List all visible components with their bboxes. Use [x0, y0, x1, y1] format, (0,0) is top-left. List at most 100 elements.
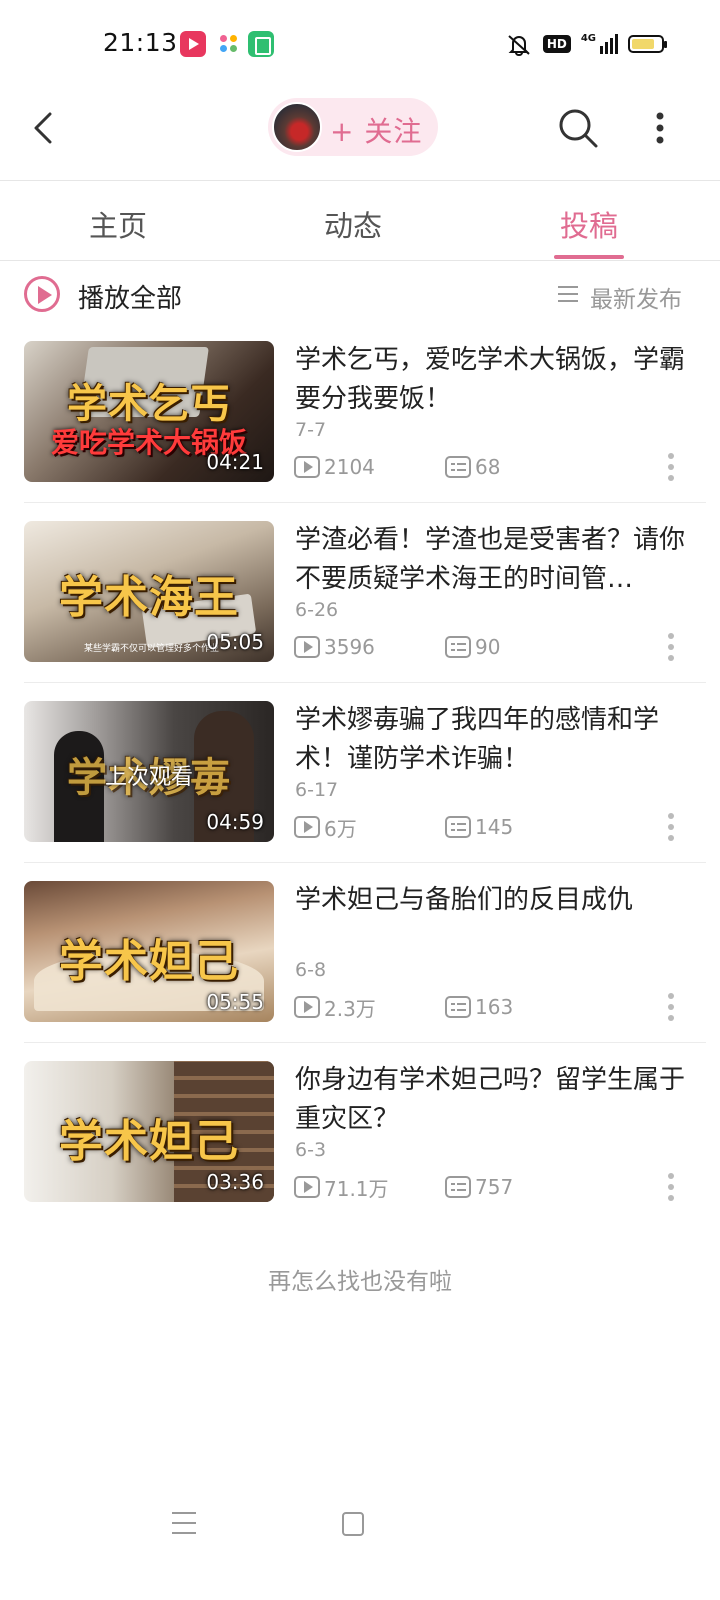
- video-duration: 05:05: [206, 630, 264, 654]
- video-date: 6-17: [295, 779, 339, 801]
- video-duration: 04:59: [206, 810, 264, 834]
- danmaku-count: 757: [445, 1173, 513, 1201]
- battery-level: [632, 39, 655, 49]
- play-count-icon: [294, 816, 320, 838]
- danmaku-count-value: 145: [475, 815, 514, 839]
- thumbnail-title: 学术海王: [59, 572, 239, 623]
- video-title[interactable]: 学术乞丐，爱吃学术大锅饭，学霸要分我要饭！: [295, 341, 685, 419]
- status-time: 21:13: [103, 28, 178, 57]
- video-item[interactable]: 学术妲己 03:36 你身边有学术妲己吗？留学生属于重灾区？ 6-3 71.1万…: [0, 1061, 720, 1241]
- tabs-divider: [0, 260, 720, 261]
- item-more-icon[interactable]: [664, 1173, 678, 1209]
- thumbnail-caption: 某些学霸不仅可以管理好多个作业: [84, 644, 220, 654]
- video-date: 6-3: [295, 1139, 327, 1161]
- status-bar: 21:13 HD 4G: [0, 0, 720, 88]
- system-status-icons: HD 4G: [505, 28, 667, 60]
- item-divider: [24, 502, 706, 503]
- play-count-icon: [294, 996, 320, 1018]
- view-count: 2.3万: [294, 993, 376, 1021]
- video-title[interactable]: 学术嫪毐骗了我四年的感情和学术！谨防学术诈骗！: [295, 701, 685, 779]
- item-more-icon[interactable]: [664, 813, 678, 849]
- danmaku-count: 68: [445, 453, 500, 481]
- video-title[interactable]: 学渣必看！学渣也是受害者？请你不要质疑学术海王的时间管…: [295, 521, 685, 599]
- view-count-value: 71.1万: [324, 1176, 389, 1201]
- follow-button[interactable]: + 关注: [268, 98, 438, 156]
- view-count: 2104: [294, 453, 375, 481]
- item-more-icon[interactable]: [664, 633, 678, 669]
- play-count-icon: [294, 456, 320, 478]
- view-count-value: 3596: [324, 635, 375, 659]
- video-duration: 03:36: [206, 1170, 264, 1194]
- battery-icon: [628, 35, 667, 53]
- more-options-icon[interactable]: [648, 108, 672, 148]
- view-count-value: 6万: [324, 816, 357, 841]
- view-count: 6万: [294, 813, 357, 841]
- video-thumbnail[interactable]: 学术乞丐 爱吃学术大锅饭 04:21: [24, 341, 274, 482]
- play-all-button[interactable]: 播放全部: [78, 278, 182, 315]
- item-divider: [24, 682, 706, 683]
- danmaku-count-value: 90: [475, 635, 501, 659]
- item-more-icon[interactable]: [664, 453, 678, 489]
- video-thumbnail[interactable]: 学术嫪毐 上次观看 04:59: [24, 701, 274, 842]
- video-item[interactable]: 学术海王 某些学霸不仅可以管理好多个作业 05:05 学渣必看！学渣也是受害者？…: [0, 521, 720, 701]
- mute-icon: [508, 35, 530, 56]
- view-count: 71.1万: [294, 1173, 389, 1201]
- video-date: 6-26: [295, 599, 339, 621]
- danmaku-count-value: 163: [475, 995, 514, 1019]
- tab-uploads[interactable]: 投稿: [529, 203, 649, 245]
- hd-icon: HD: [542, 35, 571, 53]
- tab-dynamic[interactable]: 动态: [293, 203, 413, 245]
- recent-apps-icon[interactable]: [172, 1512, 196, 1536]
- signal-icon: [600, 34, 618, 54]
- view-count-value: 2104: [324, 455, 375, 479]
- top-nav: + 关注: [0, 88, 720, 180]
- danmaku-count: 145: [445, 813, 513, 841]
- active-tab-indicator: [554, 255, 624, 259]
- play-count-icon: [294, 636, 320, 658]
- profile-tabs: 主页 动态 投稿: [0, 181, 720, 261]
- last-watched-label: 上次观看: [104, 765, 193, 790]
- danmaku-icon: [445, 996, 471, 1018]
- video-item[interactable]: 学术嫪毐 上次观看 04:59 学术嫪毐骗了我四年的感情和学术！谨防学术诈骗！ …: [0, 701, 720, 881]
- danmaku-icon: [445, 1176, 471, 1198]
- item-divider: [24, 862, 706, 863]
- store-app-icon: [248, 31, 274, 57]
- avatar[interactable]: [272, 102, 322, 152]
- play-all-icon[interactable]: [24, 276, 60, 312]
- view-count: 3596: [294, 633, 375, 661]
- thumbnail-title: 学术妲己: [59, 936, 239, 987]
- danmaku-count-value: 757: [475, 1175, 514, 1199]
- photos-app-icon: [216, 31, 242, 57]
- video-title[interactable]: 学术妲己与备胎们的反目成仇: [295, 881, 685, 920]
- video-thumbnail[interactable]: 学术妲己 03:36: [24, 1061, 274, 1202]
- danmaku-count-value: 68: [475, 455, 501, 479]
- danmaku-icon: [445, 456, 471, 478]
- list-toolbar: 播放全部 最新发布: [0, 268, 720, 324]
- video-duration: 05:55: [206, 990, 264, 1014]
- item-divider: [24, 1042, 706, 1043]
- video-date: 6-8: [295, 959, 327, 981]
- tab-home[interactable]: 主页: [58, 203, 178, 245]
- search-icon[interactable]: [556, 106, 600, 150]
- video-date: 7-7: [295, 419, 327, 441]
- network-type-label: 4G: [580, 32, 596, 44]
- home-icon[interactable]: [342, 1512, 364, 1536]
- danmaku-count: 90: [445, 633, 500, 661]
- video-title[interactable]: 你身边有学术妲己吗？留学生属于重灾区？: [295, 1061, 685, 1139]
- video-thumbnail[interactable]: 学术妲己 05:55: [24, 881, 274, 1022]
- thumbnail-title: 学术妲己: [59, 1116, 239, 1167]
- video-duration: 04:21: [206, 450, 264, 474]
- item-more-icon[interactable]: [664, 993, 678, 1029]
- video-item[interactable]: 学术妲己 05:55 学术妲己与备胎们的反目成仇 6-8 2.3万 163: [0, 881, 720, 1061]
- end-of-list-text: 再怎么找也没有啦: [268, 1269, 452, 1295]
- danmaku-icon: [445, 636, 471, 658]
- sort-button[interactable]: 最新发布: [590, 280, 682, 314]
- video-item[interactable]: 学术乞丐 爱吃学术大锅饭 04:21 学术乞丐，爱吃学术大锅饭，学霸要分我要饭！…: [0, 341, 720, 521]
- follow-label: + 关注: [330, 115, 423, 148]
- view-count-value: 2.3万: [324, 996, 376, 1021]
- play-count-icon: [294, 1176, 320, 1198]
- sort-icon[interactable]: [558, 286, 578, 302]
- danmaku-count: 163: [445, 993, 513, 1021]
- video-thumbnail[interactable]: 学术海王 某些学霸不仅可以管理好多个作业 05:05: [24, 521, 274, 662]
- back-arrow-icon[interactable]: [26, 108, 66, 148]
